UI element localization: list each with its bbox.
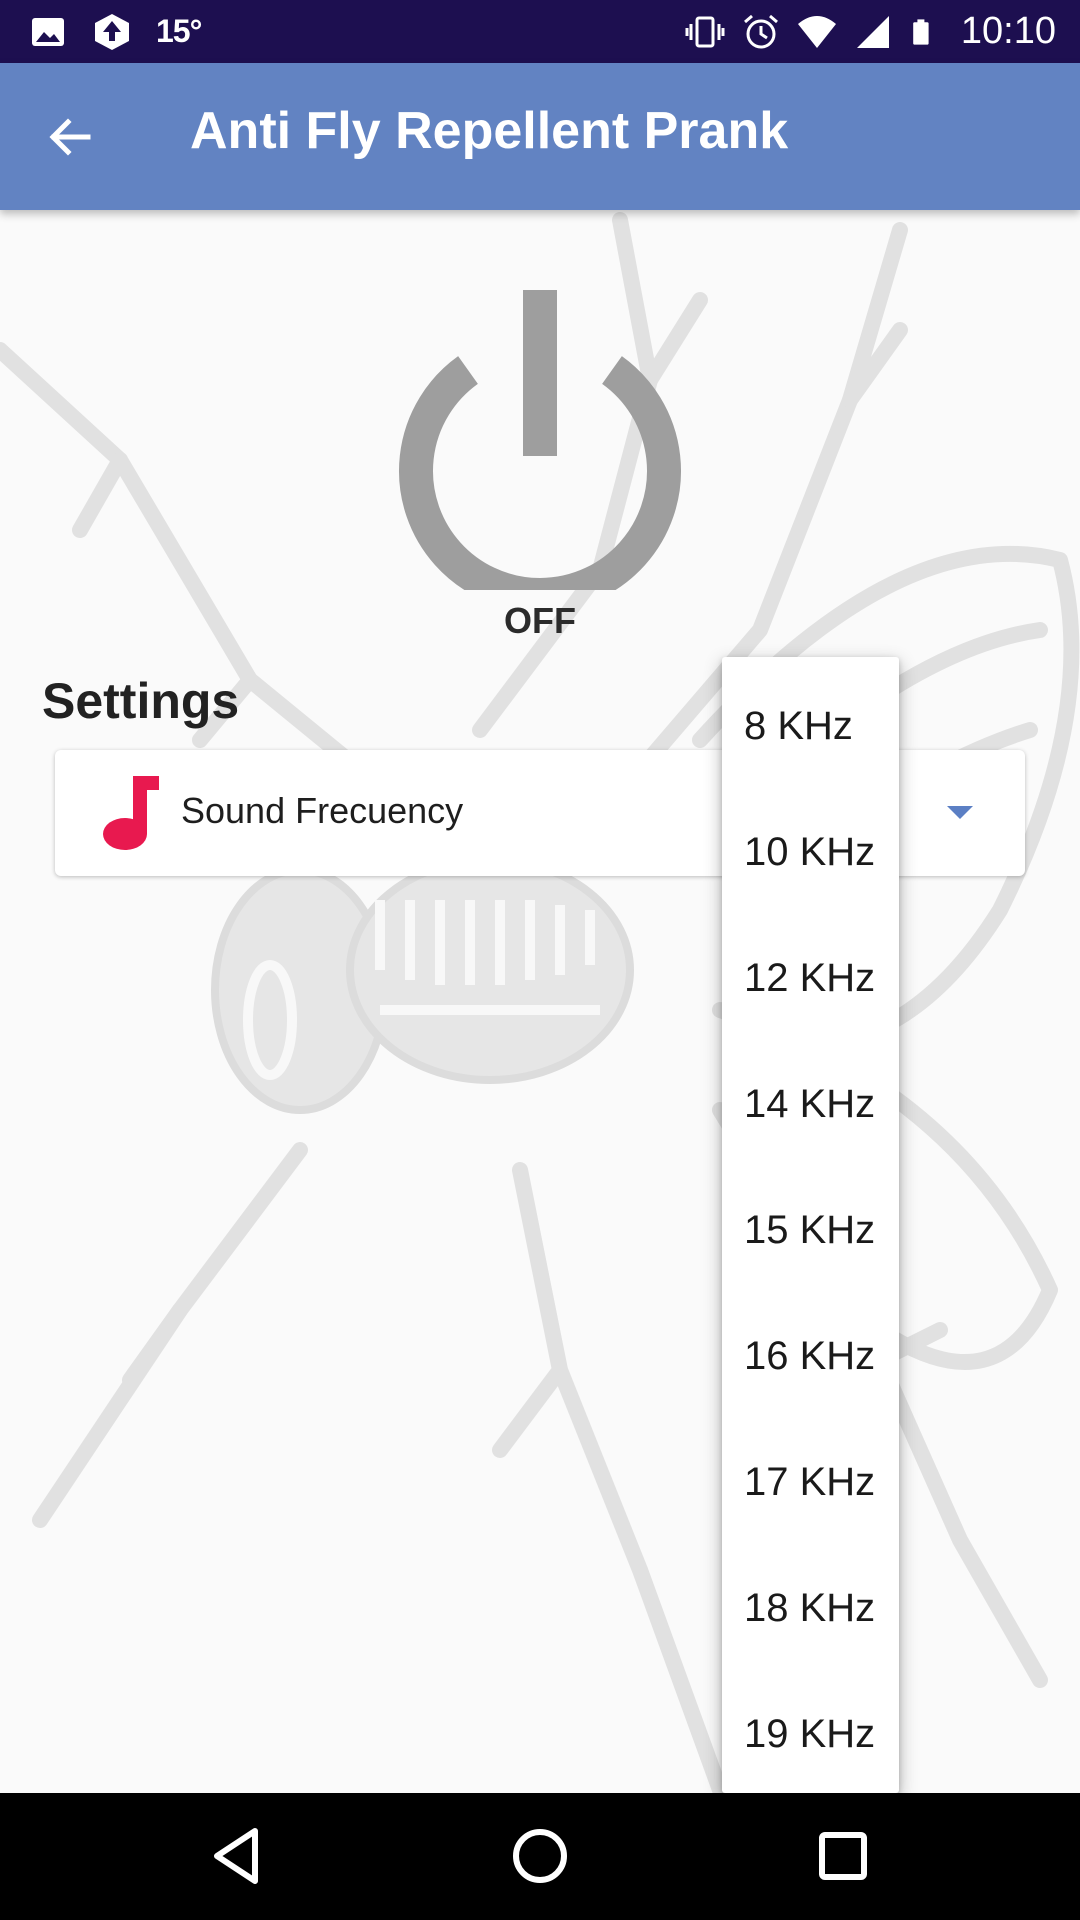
navigation-bar <box>0 1793 1080 1920</box>
alarm-icon <box>743 14 778 48</box>
dropdown-option[interactable]: 14 KHz <box>722 1041 899 1167</box>
nav-home-icon[interactable] <box>507 1823 573 1889</box>
signal-icon <box>856 15 889 48</box>
dropdown-option[interactable]: 15 KHz <box>722 1167 899 1293</box>
dropdown-option[interactable]: 10 KHz <box>722 789 899 915</box>
chevron-down-icon <box>947 806 973 819</box>
dropdown-option[interactable]: 17 KHz <box>722 1419 899 1545</box>
music-note-icon <box>103 776 159 850</box>
vibrate-icon <box>685 16 725 47</box>
battery-icon <box>913 18 929 45</box>
power-state-label: OFF <box>504 600 576 641</box>
dropdown-option[interactable]: 12 KHz <box>722 915 899 1041</box>
main-content: OFF Settings Sound Frecuency <box>0 210 1080 1793</box>
dropdown-option[interactable]: 19 KHz <box>722 1671 899 1793</box>
upload-icon <box>95 13 129 50</box>
wifi-icon <box>797 15 836 48</box>
dropdown-option[interactable]: 16 KHz <box>722 1293 899 1419</box>
settings-title: Settings <box>42 673 240 729</box>
power-icon <box>399 290 681 590</box>
dropdown-option[interactable]: 18 KHz <box>722 1545 899 1671</box>
arrow-back-icon <box>49 118 91 156</box>
app-bar: Anti Fly Repellent Prank <box>0 63 1080 210</box>
temperature-text: 15° <box>156 13 202 49</box>
clock-text: 10:10 <box>960 10 1056 52</box>
sound-frequency-label: Sound Frecuency <box>181 790 464 831</box>
nav-back-icon[interactable] <box>203 1823 269 1889</box>
frequency-dropdown-menu: 8 KHz 10 KHz 12 KHz 14 KHz 15 KHz 16 KHz… <box>722 657 899 1793</box>
power-button[interactable] <box>395 290 685 590</box>
back-button[interactable] <box>36 103 104 171</box>
image-icon <box>32 17 64 46</box>
dropdown-option[interactable]: 8 KHz <box>722 663 899 789</box>
status-bar: 15° 10:10 <box>0 0 1080 63</box>
nav-recents-icon[interactable] <box>810 1823 876 1889</box>
app-title: Anti Fly Repellent Prank <box>190 102 789 160</box>
